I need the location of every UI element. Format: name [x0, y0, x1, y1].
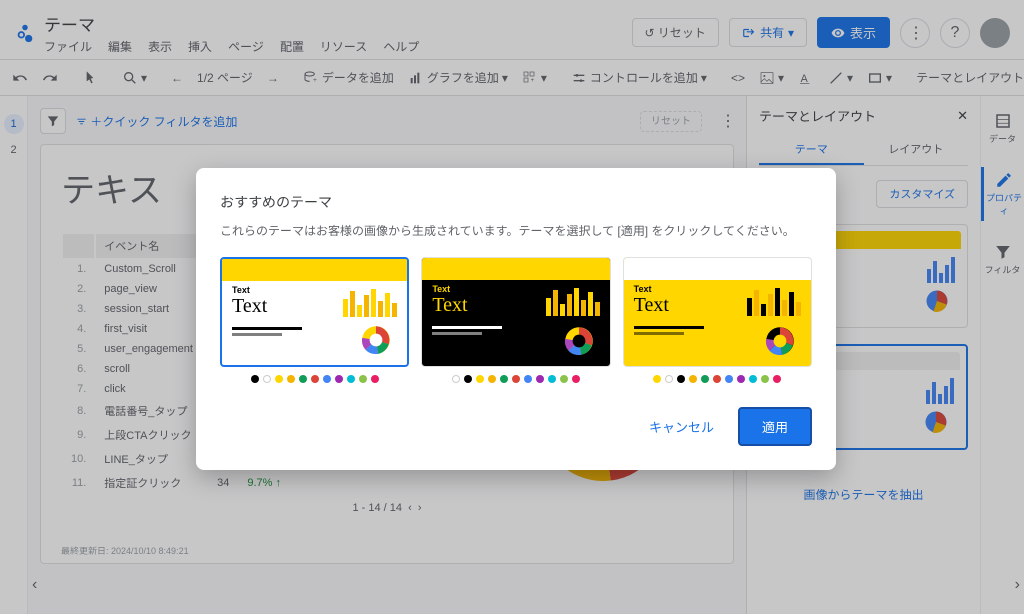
theme-options-grid: Text Text Text Text: [220, 257, 812, 383]
theme-option-2[interactable]: Text Text: [421, 257, 610, 383]
modal-title: おすすめのテーマ: [220, 192, 812, 212]
theme-suggestion-modal: おすすめのテーマ これらのテーマはお客様の画像から生成されています。テーマを選択…: [196, 168, 836, 470]
theme-option-1[interactable]: Text Text: [220, 257, 409, 383]
cancel-button[interactable]: キャンセル: [635, 407, 728, 446]
apply-button[interactable]: 適用: [738, 407, 812, 446]
theme-option-3[interactable]: Text Text: [623, 257, 812, 383]
modal-subtitle: これらのテーマはお客様の画像から生成されています。テーマを選択して [適用] を…: [220, 222, 812, 239]
